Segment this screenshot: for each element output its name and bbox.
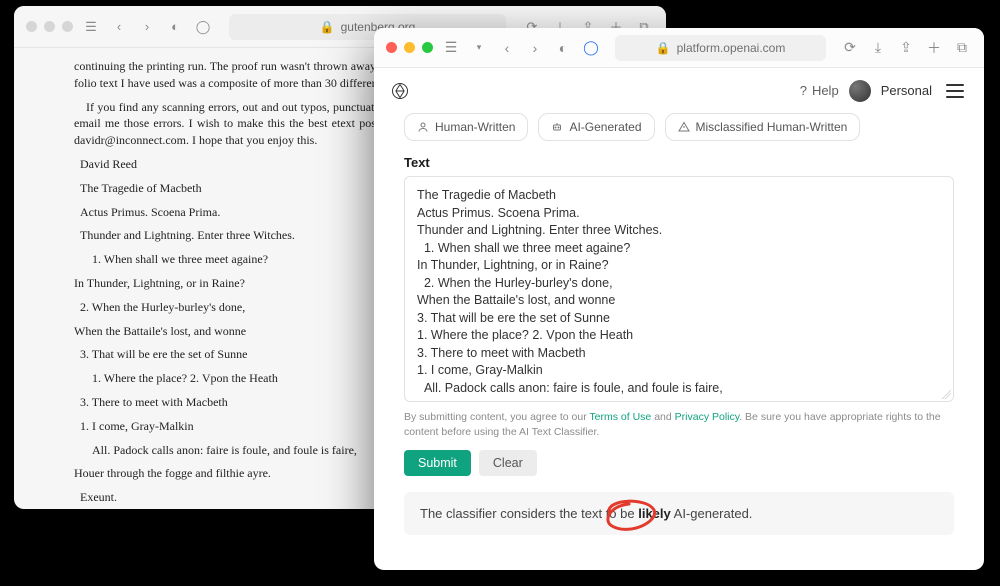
openai-logo-icon[interactable] [390,81,410,101]
classifier-result: The classifier considers the text to be … [404,492,954,535]
terms-link[interactable]: Terms of Use [589,411,651,423]
minimize-icon[interactable] [404,42,415,53]
chip-label: AI-Generated [569,120,641,134]
robot-icon [551,121,563,133]
chevron-down-icon[interactable]: ▾ [469,38,489,58]
shield-icon[interactable]: ◯ [581,38,601,58]
result-verdict: likely [638,506,671,521]
new-tab-icon[interactable]: ＋ [924,38,944,58]
help-label: Help [812,83,839,98]
button-row: Submit Clear [404,450,954,476]
avatar[interactable] [849,80,871,102]
browser-toolbar-foreground: ☰ ▾ ‹ › ◐ ◯ 🔒 platform.openai.com ⟳ ⤓ ⇪ … [374,28,984,68]
close-icon[interactable] [386,42,397,53]
lock-icon: 🔒 [320,20,335,34]
lock-icon: 🔒 [656,41,671,55]
window-controls[interactable] [386,42,433,53]
window-controls[interactable] [26,21,73,32]
chip-label: Human-Written [435,120,515,134]
forward-icon[interactable]: › [137,17,157,37]
sidebar-toggle-icon[interactable]: ☰ [441,38,461,58]
zoom-icon[interactable] [62,21,73,32]
app-header: ? Help Personal [374,68,984,113]
result-text-post: AI-generated. [671,506,753,521]
app-body: Human-Written AI-Generated Misclassified… [374,113,984,570]
profile-name[interactable]: Personal [881,83,932,98]
result-text-pre: The classifier considers the text to be [420,506,638,521]
field-label-text: Text [404,155,954,170]
download-icon[interactable]: ⤓ [868,38,888,58]
text-input[interactable]: The Tragedie of Macbeth Actus Primus. Sc… [404,176,954,402]
share-icon[interactable]: ⇪ [896,38,916,58]
privacy-link[interactable]: Privacy Policy [675,411,740,423]
close-icon[interactable] [26,21,37,32]
chip-human-written[interactable]: Human-Written [404,113,528,141]
zoom-icon[interactable] [422,42,433,53]
back-icon[interactable]: ‹ [497,38,517,58]
chip-misclassified[interactable]: Misclassified Human-Written [665,113,861,141]
shield-icon[interactable]: ◯ [193,17,213,37]
address-text: platform.openai.com [677,41,786,55]
sidebar-toggle-icon[interactable]: ☰ [81,17,101,37]
help-icon: ? [800,83,807,98]
browser-window-foreground: ☰ ▾ ‹ › ◐ ◯ 🔒 platform.openai.com ⟳ ⤓ ⇪ … [374,28,984,570]
warning-icon [678,121,690,133]
back-icon[interactable]: ‹ [109,17,129,37]
chip-label: Misclassified Human-Written [696,120,848,134]
privacy-icon[interactable]: ◐ [165,17,185,37]
chip-ai-generated[interactable]: AI-Generated [538,113,654,141]
privacy-icon[interactable]: ◐ [553,38,573,58]
menu-icon[interactable] [942,80,968,102]
person-icon [417,121,429,133]
tabs-icon[interactable]: ⧉ [952,38,972,58]
help-link[interactable]: ? Help [800,83,839,98]
legal-disclaimer: By submitting content, you agree to our … [404,410,954,440]
reload-icon[interactable]: ⟳ [840,38,860,58]
address-bar[interactable]: 🔒 platform.openai.com [615,35,826,61]
forward-icon[interactable]: › [525,38,545,58]
sample-chips: Human-Written AI-Generated Misclassified… [404,113,954,141]
minimize-icon[interactable] [44,21,55,32]
submit-button[interactable]: Submit [404,450,471,476]
clear-button[interactable]: Clear [479,450,537,476]
